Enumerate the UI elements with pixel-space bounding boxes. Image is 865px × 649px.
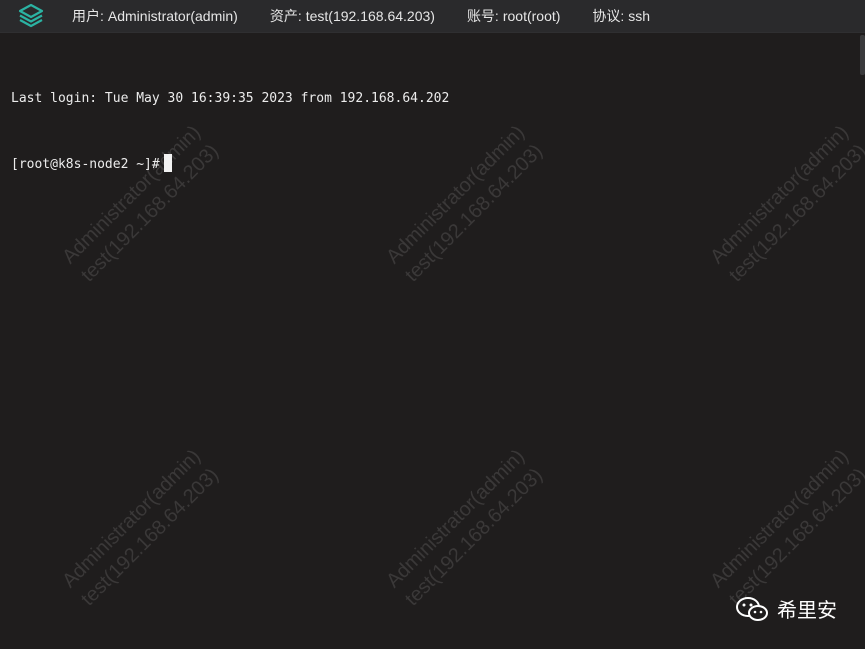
user-label: 用户: bbox=[72, 8, 104, 24]
protocol-info: 协议: ssh bbox=[592, 6, 650, 26]
account-info: 账号: root(root) bbox=[467, 6, 560, 26]
asset-label: 资产: bbox=[269, 8, 302, 24]
watermark-line2: test(192.168.64.203) bbox=[724, 464, 865, 611]
watermark: Administrator(admin) test(192.168.64.203… bbox=[705, 444, 865, 612]
terminal-scrollbar[interactable] bbox=[860, 35, 865, 75]
badge-text: 希里安 bbox=[777, 598, 837, 622]
watermark-line1: Administrator(admin) bbox=[382, 445, 530, 593]
account-label: 账号: bbox=[466, 8, 499, 24]
account-value: root(root) bbox=[502, 8, 561, 24]
watermark-line1: Administrator(admin) bbox=[58, 445, 206, 593]
terminal-cursor bbox=[163, 154, 172, 172]
asset-info: 资产: test(192.168.64.203) bbox=[270, 6, 435, 26]
protocol-label: 协议: bbox=[592, 8, 625, 24]
watermark-line1: Administrator(admin) bbox=[706, 445, 854, 593]
shell-prompt: [root@k8s-node2 ~]# bbox=[11, 157, 160, 172]
session-header: 用户: Administrator(admin) 资产: test(192.168.… bbox=[0, 0, 865, 33]
wechat-icon bbox=[736, 596, 768, 621]
asset-value: test(192.168.64.203) bbox=[305, 8, 435, 24]
watermark-line2: test(192.168.64.203) bbox=[76, 464, 224, 611]
last-login-line: Last login: Tue May 30 16:39:35 2023 fro… bbox=[11, 91, 450, 106]
watermark: Administrator(admin) test(192.168.64.203… bbox=[381, 444, 549, 612]
stack-layers-icon bbox=[18, 3, 44, 29]
terminal-screen[interactable]: Last login: Tue May 30 16:39:35 2023 fro… bbox=[11, 44, 853, 220]
watermark: Administrator(admin) test(192.168.64.203… bbox=[57, 444, 225, 612]
watermark-line2: test(192.168.64.203) bbox=[400, 464, 548, 611]
terminal-page: 用户: Administrator(admin) 资产: test(192.168.… bbox=[0, 0, 865, 649]
user-info: 用户: Administrator(admin) bbox=[72, 6, 238, 26]
prompt-line[interactable]: [root@k8s-node2 ~]# bbox=[11, 154, 853, 176]
user-value: Administrator(admin) bbox=[107, 8, 238, 24]
author-badge: 希里安 bbox=[735, 594, 837, 623]
protocol-value: ssh bbox=[628, 8, 651, 24]
